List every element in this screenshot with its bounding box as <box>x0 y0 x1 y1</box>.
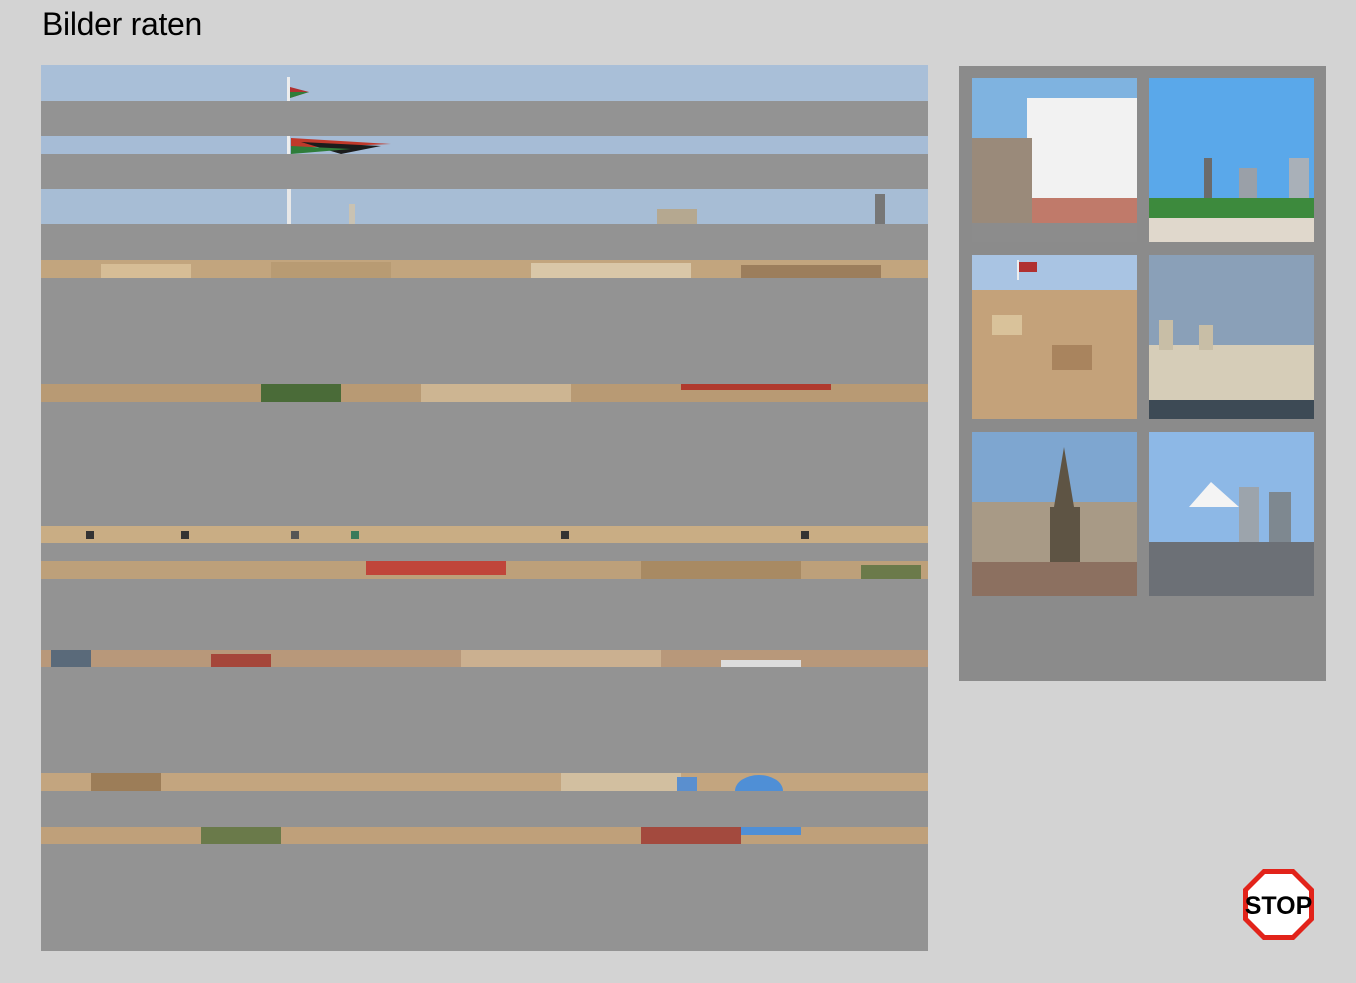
revealed-strip <box>41 189 928 224</box>
revealed-strip <box>41 773 928 807</box>
stop-label: STOP <box>1245 892 1313 920</box>
revealed-strip <box>41 650 928 667</box>
revealed-strip <box>41 384 928 402</box>
thumbnail-colonial-street[interactable] <box>972 78 1137 242</box>
revealed-strip <box>41 260 928 278</box>
colonial-street-photo-icon <box>972 78 1137 242</box>
modern-skyline-photo-icon <box>1149 78 1314 242</box>
revealed-strip <box>41 65 928 101</box>
revealed-strip <box>41 526 928 543</box>
revealed-strip <box>41 136 928 154</box>
thumbnail-modern-skyline[interactable] <box>1149 78 1314 242</box>
revealed-strip <box>41 561 928 579</box>
hillside-city-flag-photo-icon <box>972 255 1137 419</box>
hidden-image-area <box>41 65 928 951</box>
thumbnail-mountain-skyline[interactable] <box>1149 432 1314 596</box>
thumbnail-hillside-city[interactable] <box>972 255 1137 419</box>
thumbnail-cathedral[interactable] <box>972 432 1137 596</box>
stop-button[interactable]: STOP <box>1242 868 1315 941</box>
mountain-skyline-photo-icon <box>1149 432 1314 596</box>
revealed-strip <box>41 827 928 844</box>
waterfront-buildings-photo-icon <box>1149 255 1314 419</box>
page-title: Bilder raten <box>42 6 203 42</box>
thumbnail-panel <box>959 66 1326 681</box>
stop-sign-icon: STOP <box>1243 869 1314 940</box>
thumbnail-waterfront[interactable] <box>1149 255 1314 419</box>
cathedral-spire-photo-icon <box>972 432 1137 596</box>
